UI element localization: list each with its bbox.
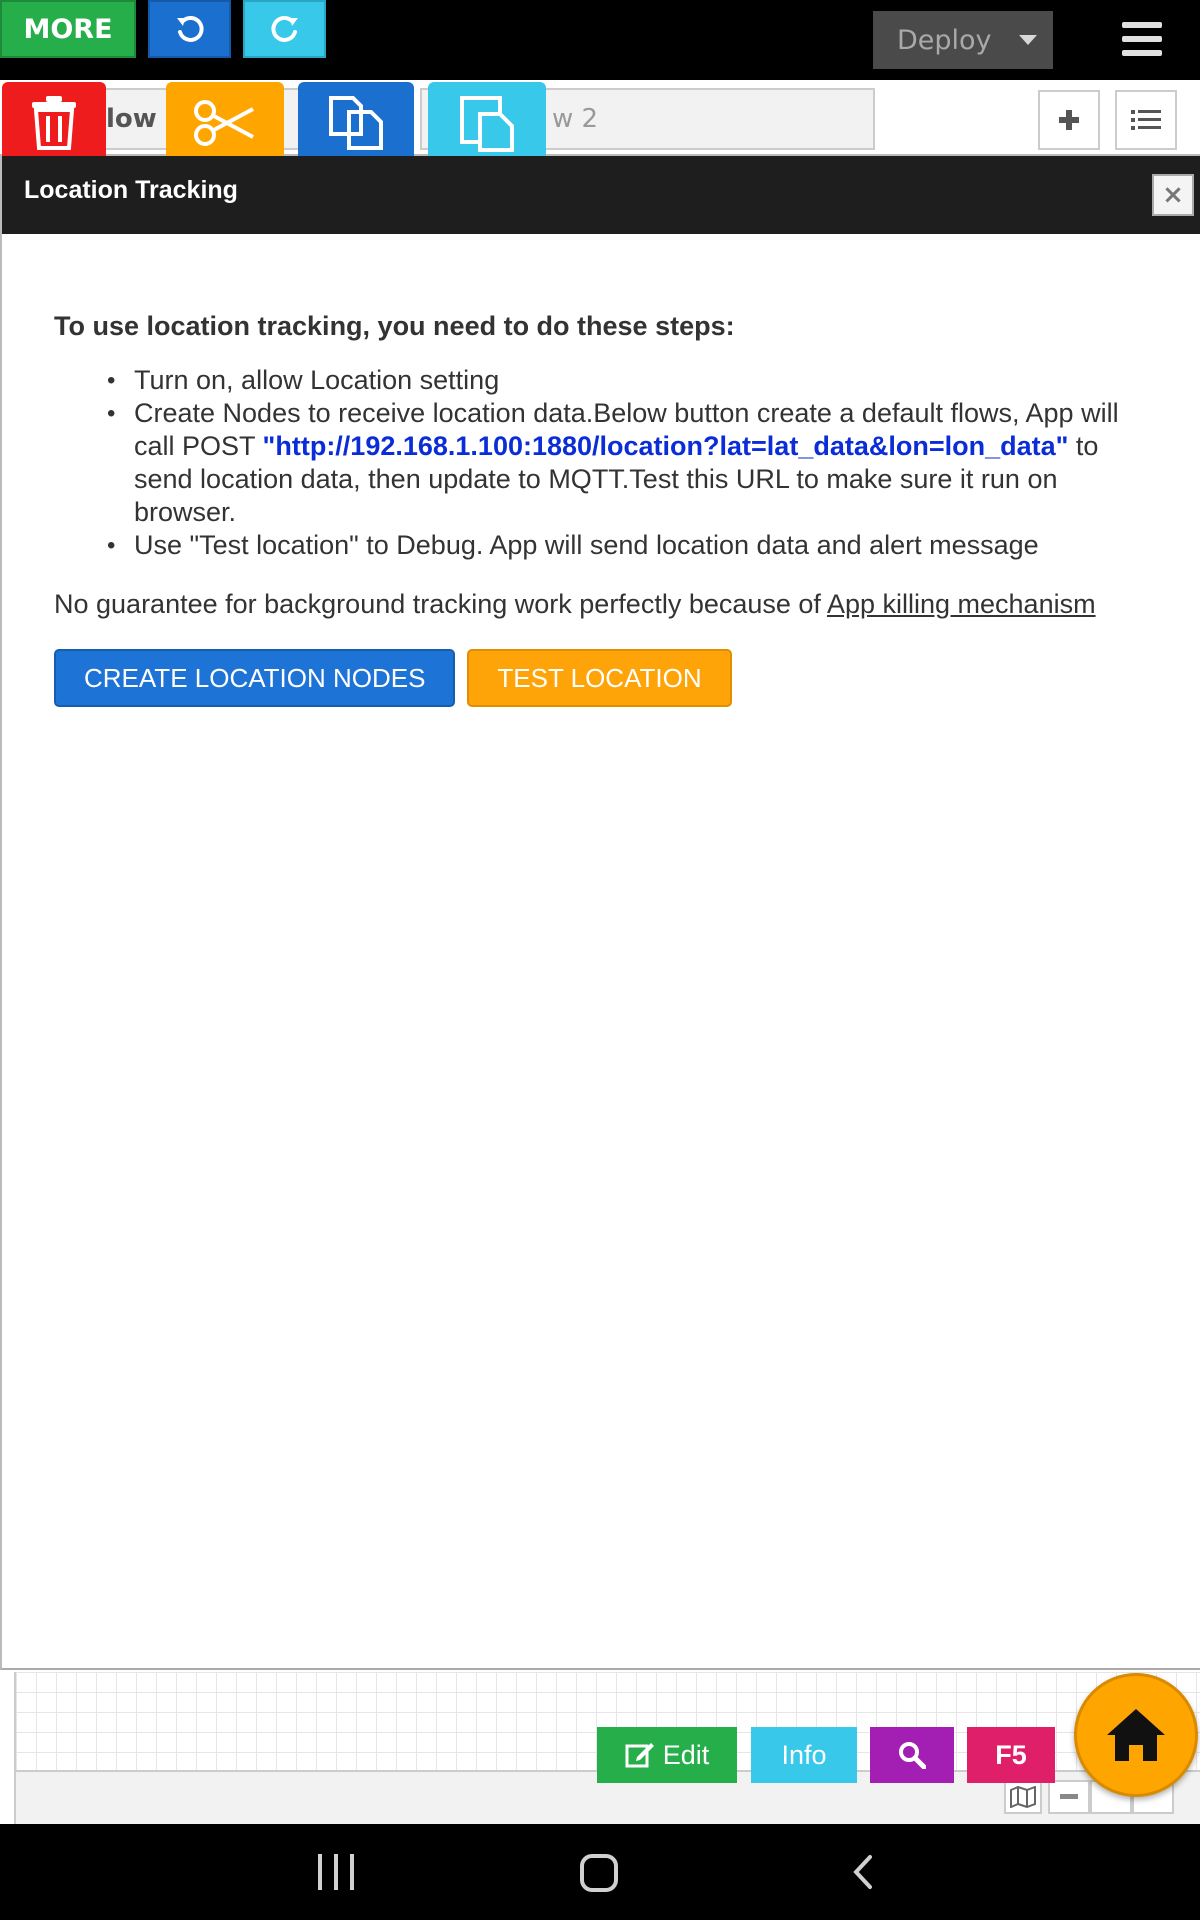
plus-icon [1059, 110, 1079, 130]
redo-button[interactable] [243, 0, 326, 58]
edit-button[interactable]: Edit [597, 1727, 737, 1783]
nav-back-icon[interactable] [846, 1854, 882, 1890]
delete-button[interactable] [2, 82, 106, 164]
dialog-header: Location Tracking [0, 156, 1200, 234]
undo-button[interactable] [148, 0, 231, 58]
minus-icon[interactable] [1048, 1780, 1090, 1814]
map-icon[interactable] [1004, 1780, 1042, 1814]
step-text: Use "Test location" to Debug. App will s… [134, 530, 1039, 561]
close-icon[interactable]: × [1152, 174, 1194, 216]
list-item: Turn on, allow Location setting [107, 364, 1150, 397]
add-tab-button[interactable] [1038, 90, 1100, 150]
list-item: Use "Test location" to Debug. App will s… [107, 529, 1150, 562]
dialog-actions: CREATE LOCATION NODES TEST LOCATION [54, 649, 1150, 708]
edit-icon [625, 1743, 654, 1768]
undo-icon [176, 15, 204, 42]
copy-icon [329, 96, 383, 150]
guarantee-label: No guarantee for background tracking wor… [54, 589, 827, 620]
more-button[interactable]: MORE [0, 0, 136, 58]
hamburger-icon[interactable] [1122, 22, 1162, 56]
redo-icon [270, 15, 298, 42]
top-toolbar: MORE Deploy [0, 0, 1200, 80]
tab-spacer [875, 88, 1025, 150]
scissors-icon [194, 100, 254, 146]
deploy-label: Deploy [897, 24, 992, 56]
location-url: "http://192.168.1.100:1880/location?lat=… [262, 431, 1069, 462]
home-button[interactable] [1074, 1673, 1198, 1797]
f5-refresh-button[interactable]: F5 [967, 1727, 1055, 1783]
guarantee-text: No guarantee for background tracking wor… [54, 588, 1150, 621]
info-button[interactable]: Info [751, 1727, 857, 1783]
app-root: MORE Deploy low 1 w 2 Location Tracking … [0, 0, 1200, 1920]
copy-button[interactable] [298, 82, 414, 164]
steps-heading: To use location tracking, you need to do… [54, 311, 735, 341]
dialog-title: Location Tracking [24, 176, 238, 204]
search-icon [899, 1742, 926, 1769]
create-location-nodes-button[interactable]: CREATE LOCATION NODES [54, 649, 456, 708]
test-location-button[interactable]: TEST LOCATION [467, 649, 732, 708]
paste-icon [460, 96, 514, 152]
step-text: Turn on, allow Location setting [134, 365, 500, 396]
list-item: Create Nodes to receive location data.Be… [107, 397, 1150, 529]
paste-button[interactable] [428, 82, 546, 164]
search-button[interactable] [870, 1727, 954, 1783]
app-killing-link[interactable]: App killing mechanism [827, 589, 1096, 619]
dialog-body: To use location tracking, you need to do… [0, 234, 1200, 1670]
trash-icon [32, 96, 76, 150]
home-icon [1107, 1709, 1165, 1761]
chevron-down-icon[interactable] [1019, 35, 1037, 45]
steps-list: Turn on, allow Location setting Create N… [107, 364, 1150, 562]
nav-home-icon[interactable] [580, 1854, 618, 1892]
list-icon [1131, 110, 1161, 130]
nav-recents-icon[interactable] [318, 1854, 354, 1890]
tab-list-button[interactable] [1115, 90, 1177, 150]
edit-label: Edit [662, 1739, 710, 1770]
cut-button[interactable] [166, 82, 284, 164]
deploy-button[interactable]: Deploy [873, 11, 1053, 69]
